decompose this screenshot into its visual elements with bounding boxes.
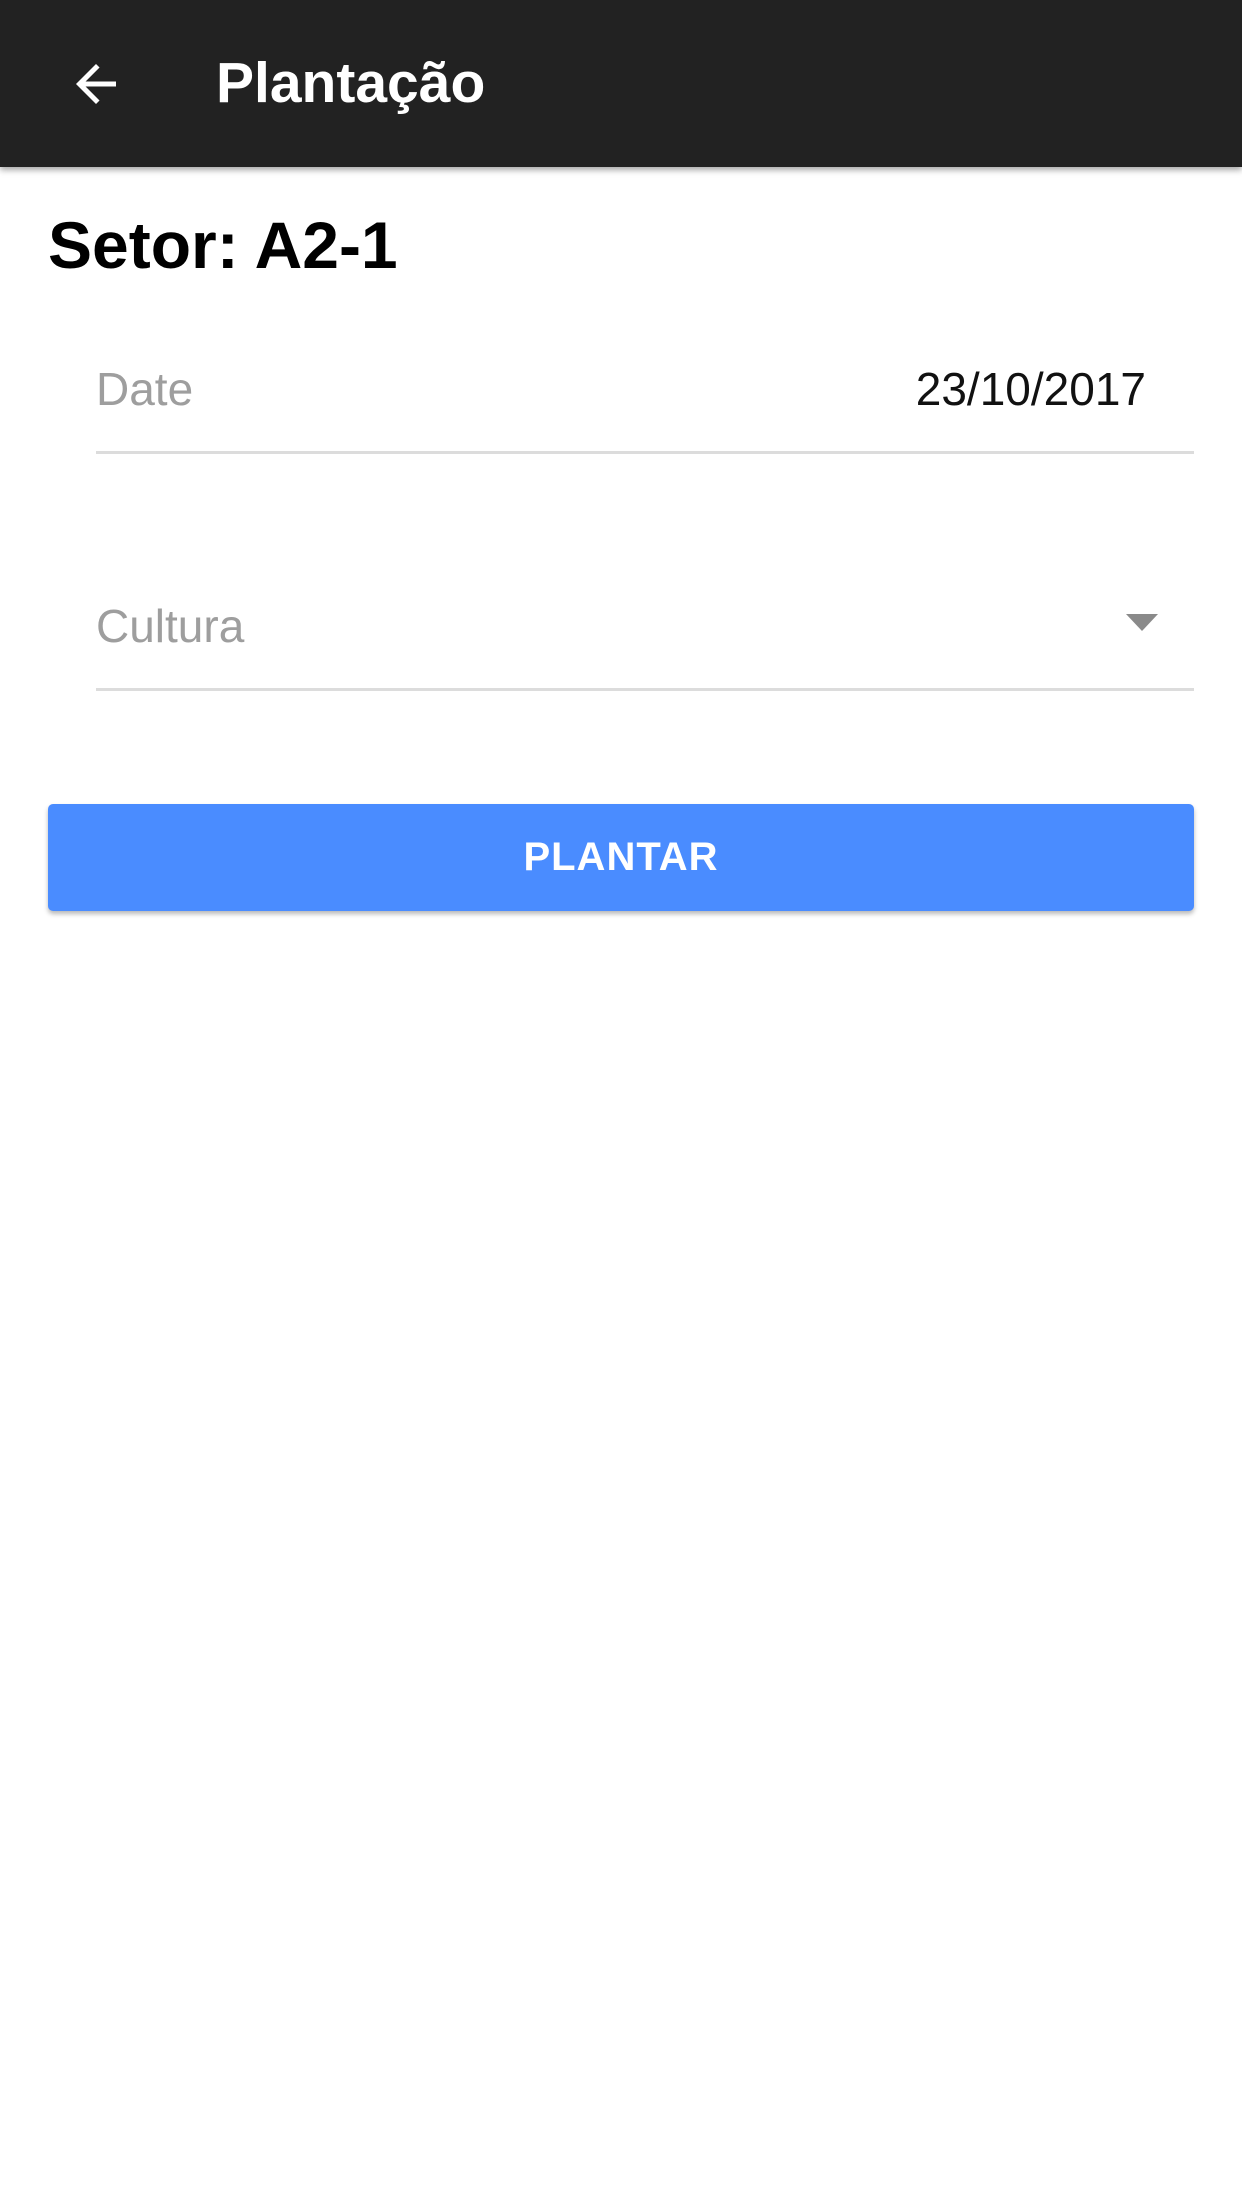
main-content: Setor: A2-1 Date 23/10/2017 Cultura PLAN… <box>0 167 1242 2208</box>
app-bar: Plantação <box>0 0 1242 167</box>
date-value: 23/10/2017 <box>915 363 1146 415</box>
sector-title: Setor: A2-1 <box>48 208 398 282</box>
plant-button[interactable]: PLANTAR <box>48 804 1194 911</box>
date-field[interactable]: Date 23/10/2017 <box>96 327 1194 454</box>
date-label: Date <box>96 363 194 415</box>
page-title: Plantação <box>216 51 486 115</box>
cultura-label: Cultura <box>96 600 245 652</box>
arrow-back-icon <box>76 64 116 104</box>
dropdown-arrow-icon <box>1126 614 1158 631</box>
back-button[interactable] <box>48 36 144 132</box>
cultura-select[interactable]: Cultura <box>96 564 1194 691</box>
